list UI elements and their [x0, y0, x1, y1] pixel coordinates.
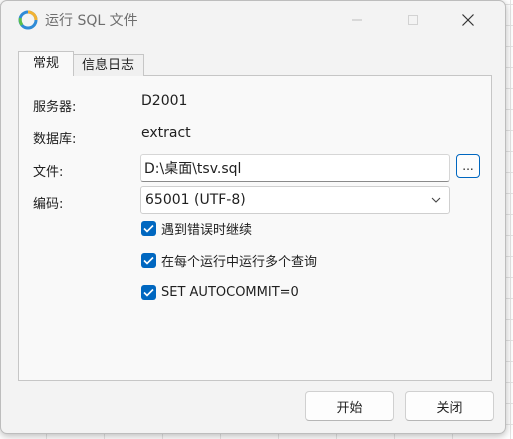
general-panel: 服务器: D2001 数据库: extract 文件: ... 编码: 6500…: [18, 75, 492, 381]
server-label: 服务器:: [33, 100, 77, 115]
encoding-select[interactable]: 65001 (UTF-8): [140, 186, 450, 214]
database-label: 数据库:: [33, 132, 77, 147]
encoding-selected-value: 65001 (UTF-8): [145, 192, 246, 208]
run-sql-file-dialog: 运行 SQL 文件 常规 信息日志 服务器: D2001 数据库: extrac…: [0, 0, 506, 434]
autocommit-label: SET AUTOCOMMIT=0: [161, 284, 299, 300]
server-value: D2001: [141, 93, 188, 109]
chevron-down-icon: [431, 197, 441, 203]
start-button[interactable]: 开始: [305, 391, 394, 421]
window-title: 运行 SQL 文件: [45, 13, 138, 29]
file-path-input[interactable]: [140, 154, 450, 182]
autocommit-checkbox[interactable]: [141, 284, 156, 300]
database-value: extract: [141, 125, 191, 141]
multiple-queries-option[interactable]: 在每个运行中运行多个查询: [141, 251, 318, 270]
title-bar[interactable]: 运行 SQL 文件: [1, 1, 505, 39]
encoding-label: 编码:: [33, 197, 64, 212]
checkmark-icon: [143, 288, 154, 297]
checkmark-icon: [143, 224, 154, 233]
close-button[interactable]: 关闭: [405, 391, 494, 421]
close-window-button[interactable]: [445, 1, 491, 39]
file-label: 文件:: [33, 165, 64, 180]
close-icon: [462, 14, 474, 26]
tab-general[interactable]: 常规: [18, 51, 74, 76]
autocommit-option[interactable]: SET AUTOCOMMIT=0: [141, 283, 299, 301]
app-icon: [18, 10, 38, 30]
multiple-queries-checkbox[interactable]: [141, 252, 156, 268]
continue-on-error-label: 遇到错误时继续: [161, 222, 253, 238]
continue-on-error-checkbox[interactable]: [141, 220, 156, 236]
continue-on-error-option[interactable]: 遇到错误时继续: [141, 219, 253, 238]
dialog-body: 常规 信息日志 服务器: D2001 数据库: extract 文件: ... …: [1, 39, 505, 433]
multiple-queries-label: 在每个运行中运行多个查询: [161, 254, 318, 270]
maximize-button[interactable]: [390, 1, 436, 39]
minimize-button[interactable]: [334, 1, 380, 39]
browse-file-button[interactable]: ...: [456, 154, 480, 178]
minimize-icon: [352, 19, 362, 21]
tab-message-log[interactable]: 信息日志: [73, 54, 144, 76]
maximize-icon: [408, 15, 418, 25]
checkmark-icon: [143, 256, 154, 265]
